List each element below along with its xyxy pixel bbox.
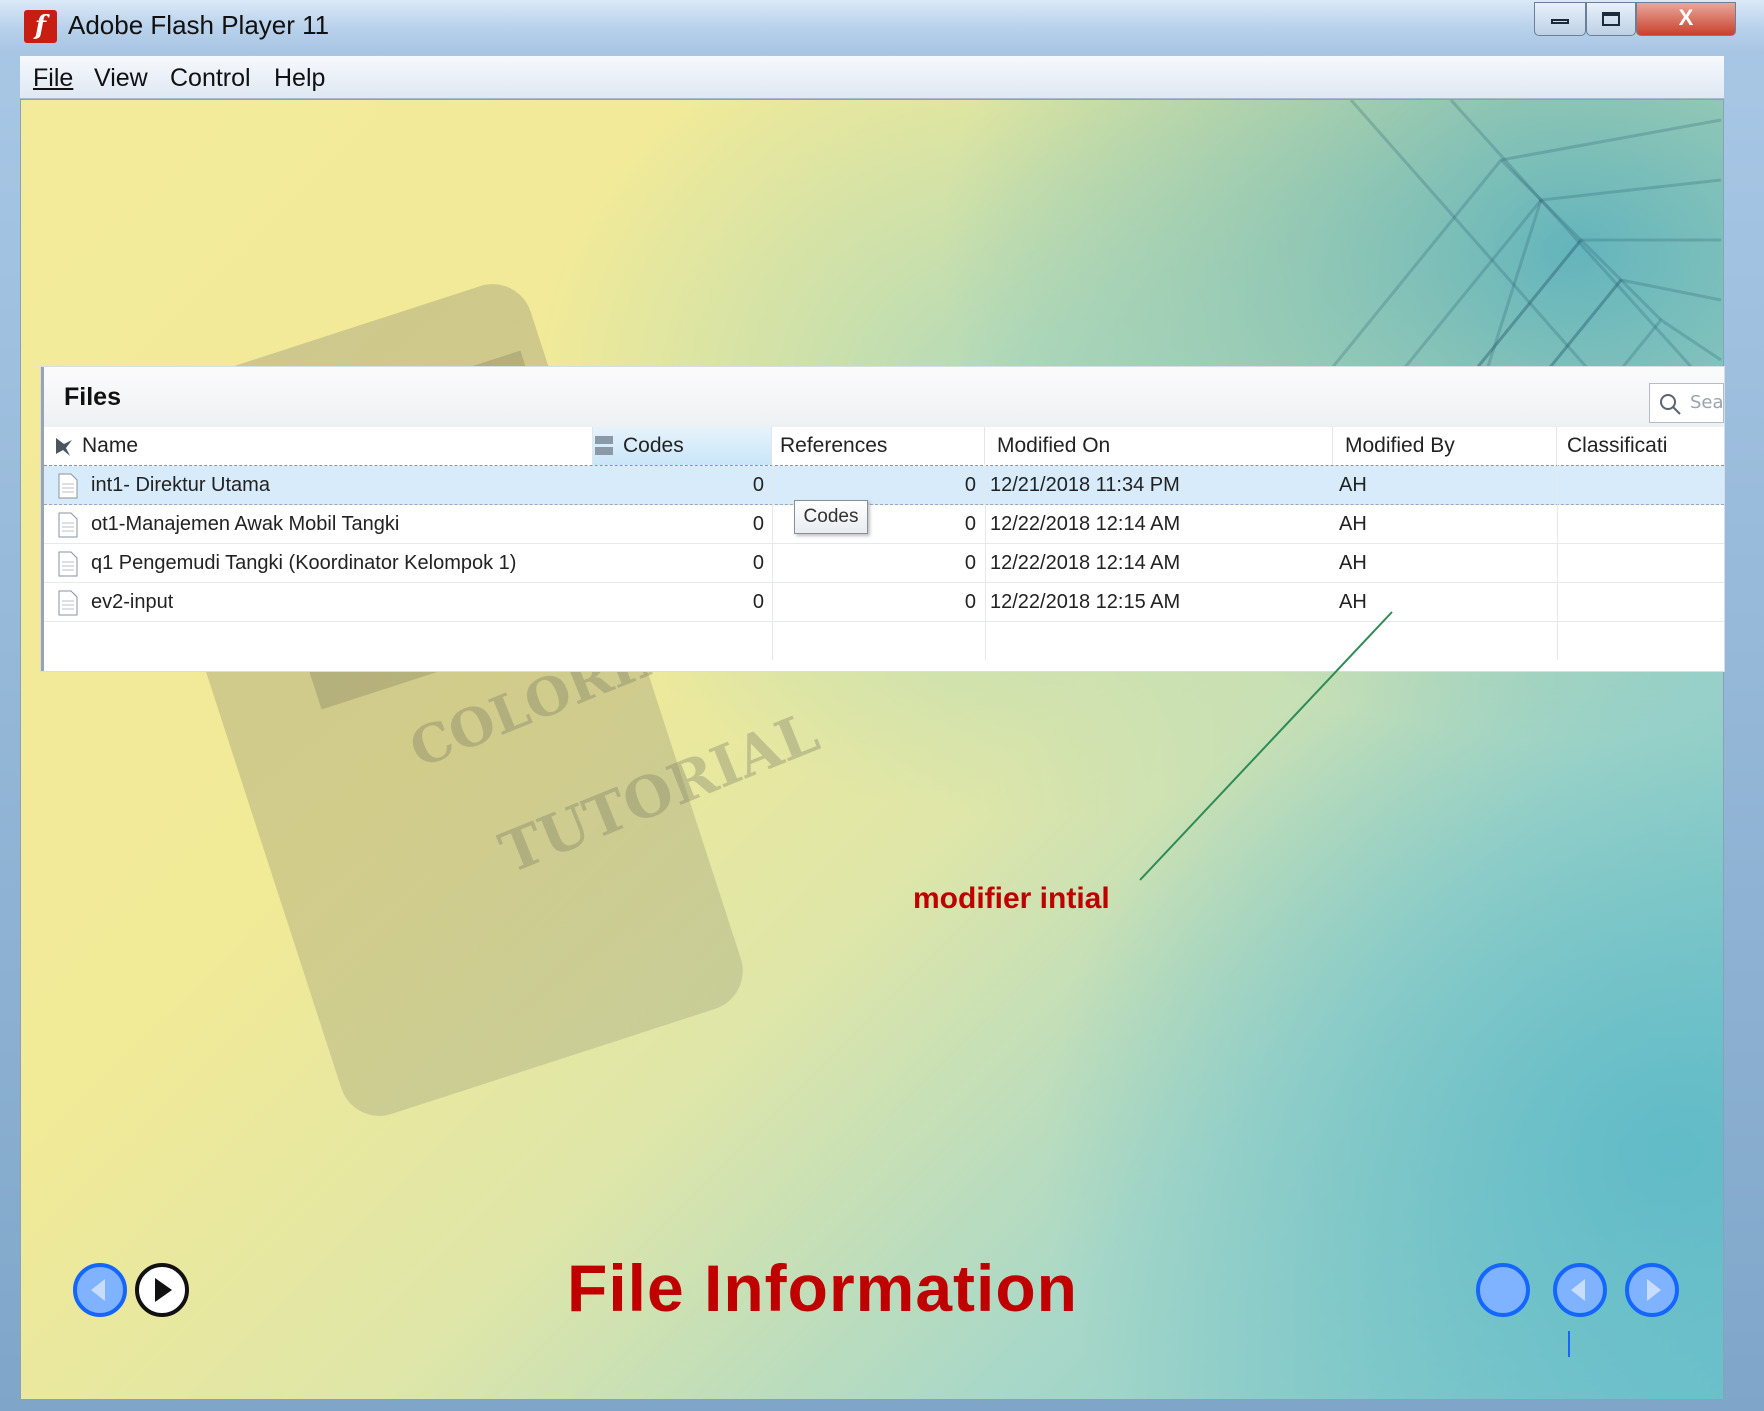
column-header-codes[interactable]: Codes xyxy=(593,427,772,465)
document-icon xyxy=(58,512,78,538)
row-modified-on: 12/22/2018 12:14 AM xyxy=(990,552,1181,574)
row-codes: 0 xyxy=(752,552,764,574)
maximize-button[interactable] xyxy=(1586,2,1636,36)
codes-column-icon xyxy=(595,436,613,455)
row-name: int1- Direktur Utama xyxy=(91,474,270,496)
column-separator xyxy=(985,465,986,660)
row-modified-by: AH xyxy=(1339,513,1367,535)
column-tooltip: Codes xyxy=(794,500,868,534)
close-button[interactable]: X xyxy=(1636,2,1736,36)
row-codes: 0 xyxy=(752,591,764,613)
previous-icon[interactable] xyxy=(1552,1262,1608,1318)
slide-title: File Information xyxy=(567,1251,1078,1325)
menu-control[interactable]: Control xyxy=(170,64,251,93)
panel-title: Files xyxy=(64,383,121,411)
window-title: Adobe Flash Player 11 xyxy=(68,10,330,40)
table-row[interactable]: ev2-input 0 0 12/22/2018 12:15 AM AH xyxy=(44,583,1724,622)
table-row[interactable]: q1 Pengemudi Tangki (Koordinator Kelompo… xyxy=(44,544,1724,583)
pin-icon xyxy=(56,438,72,456)
row-references: 0 xyxy=(964,552,976,574)
menu-bar: File View Control Help xyxy=(20,56,1724,99)
row-modified-by: AH xyxy=(1339,474,1367,496)
search-icon xyxy=(1660,394,1681,415)
close-icon: X xyxy=(1678,5,1694,30)
title-bar[interactable]: f Adobe Flash Player 11 X xyxy=(0,0,1764,54)
row-codes: 0 xyxy=(752,474,764,496)
row-name: ot1-Manajemen Awak Mobil Tangki xyxy=(91,513,400,535)
table-row[interactable]: ot1-Manajemen Awak Mobil Tangki 0 0 12/2… xyxy=(44,505,1724,544)
search-placeholder: Sea xyxy=(1690,392,1724,413)
back-icon[interactable] xyxy=(72,1262,128,1318)
search-input[interactable]: Sea xyxy=(1649,383,1724,423)
menu-view[interactable]: View xyxy=(94,64,148,93)
row-name: q1 Pengemudi Tangki (Koordinator Kelompo… xyxy=(91,552,517,574)
document-icon xyxy=(58,590,78,616)
row-codes: 0 xyxy=(752,513,764,535)
play-icon[interactable] xyxy=(134,1262,190,1318)
row-modified-on: 12/22/2018 12:14 AM xyxy=(990,513,1181,535)
column-separator xyxy=(1557,465,1558,660)
row-modified-on: 12/21/2018 11:34 PM xyxy=(990,474,1180,496)
menu-help[interactable]: Help xyxy=(274,64,325,93)
next-icon[interactable] xyxy=(1624,1262,1680,1318)
row-name: ev2-input xyxy=(91,591,174,613)
column-header-classification[interactable]: Classificati xyxy=(1557,427,1724,465)
text-cursor xyxy=(1568,1331,1570,1357)
app-window: f Adobe Flash Player 11 X File View Cont… xyxy=(0,0,1764,1411)
home-icon[interactable] xyxy=(1475,1262,1531,1318)
annotation-label: modifier intial xyxy=(913,882,1110,915)
flash-app-icon: f xyxy=(24,10,57,43)
minimize-button[interactable] xyxy=(1534,2,1586,36)
table-row[interactable]: int1- Direktur Utama 0 0 12/21/2018 11:3… xyxy=(44,466,1724,505)
files-panel-header: Files xyxy=(44,367,1724,427)
row-modified-by: AH xyxy=(1339,591,1367,613)
maximize-icon xyxy=(1602,12,1620,26)
minimize-icon xyxy=(1551,19,1569,24)
files-panel: Files Sea Name Codes References Modified… xyxy=(41,367,1724,671)
column-header-references[interactable]: References xyxy=(772,427,985,465)
column-separator xyxy=(772,465,773,660)
row-references: 0 xyxy=(964,591,976,613)
menu-file[interactable]: File xyxy=(33,64,73,93)
column-header-modified-on[interactable]: Modified On xyxy=(985,427,1333,465)
row-modified-on: 12/22/2018 12:15 AM xyxy=(990,591,1181,613)
row-modified-by: AH xyxy=(1339,552,1367,574)
column-header-modified-by[interactable]: Modified By xyxy=(1333,427,1557,465)
flash-stage: COLORING TUTORIAL xyxy=(20,99,1724,1400)
column-header-name[interactable]: Name xyxy=(44,427,593,465)
document-icon xyxy=(58,473,78,499)
document-icon xyxy=(58,551,78,577)
row-references: 0 xyxy=(964,474,976,496)
row-references: 0 xyxy=(964,513,976,535)
